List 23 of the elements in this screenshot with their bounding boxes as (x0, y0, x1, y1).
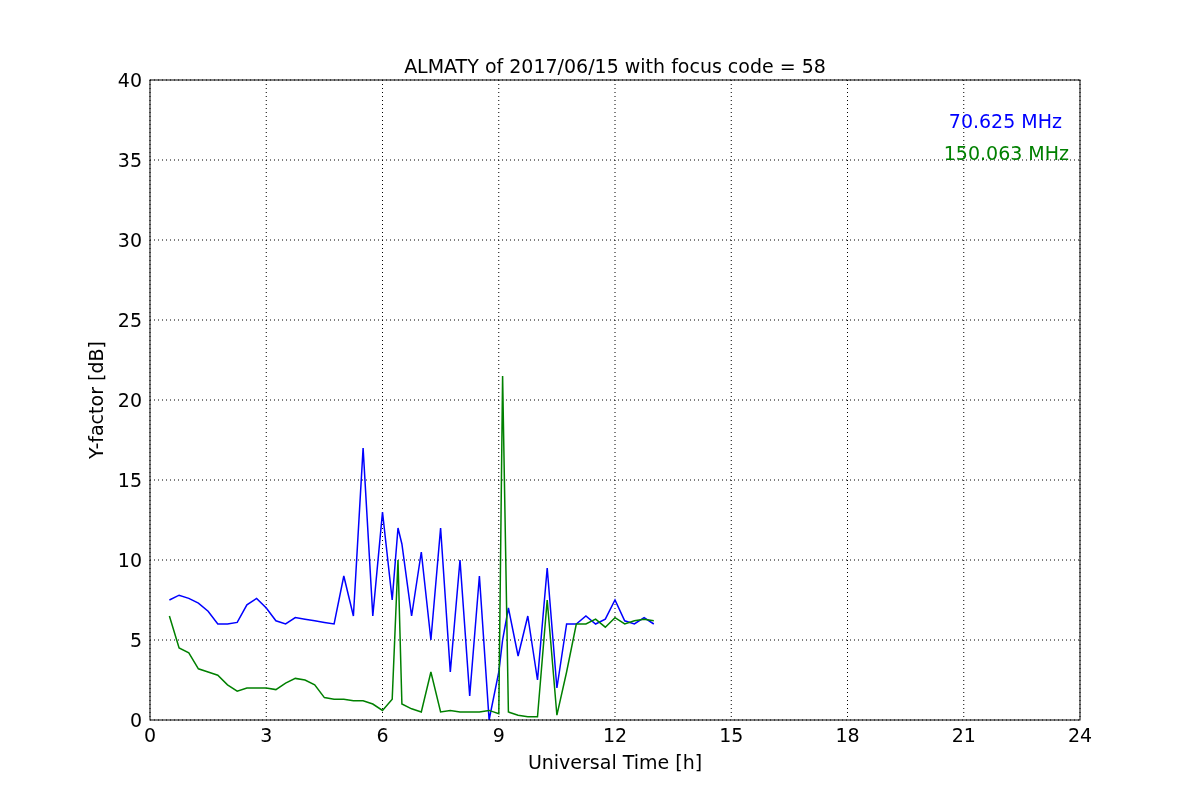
legend-label: 150.063 MHz (943, 142, 1069, 164)
y-tick-label: 10 (117, 549, 142, 571)
x-tick-label: 3 (260, 724, 273, 746)
y-tick-label: 30 (117, 229, 142, 251)
x-tick-label: 21 (951, 724, 976, 746)
x-tick-label: 9 (492, 724, 505, 746)
y-tick-label: 25 (117, 309, 142, 331)
chart-title: ALMATY of 2017/06/15 with focus code = 58 (404, 55, 826, 77)
y-tick-label: 5 (129, 629, 142, 651)
x-tick-label: 12 (602, 724, 628, 746)
y-tick-label: 15 (117, 469, 142, 491)
x-axis-label: Universal Time [h] (527, 751, 703, 773)
x-tick-label: 18 (835, 724, 860, 746)
x-tick-label: 6 (376, 724, 389, 746)
legend-label: 70.625 MHz (948, 110, 1062, 132)
y-tick-label: 0 (129, 709, 142, 731)
x-tick-label: 24 (1067, 724, 1093, 746)
x-tick-label: 0 (143, 724, 157, 746)
y-axis-label: Y-factor [dB] (85, 341, 107, 459)
y-tick-label: 20 (117, 389, 142, 411)
x-tick-label: 15 (719, 724, 744, 746)
y-tick-label: 40 (117, 69, 142, 91)
y-tick-label: 35 (117, 149, 142, 171)
